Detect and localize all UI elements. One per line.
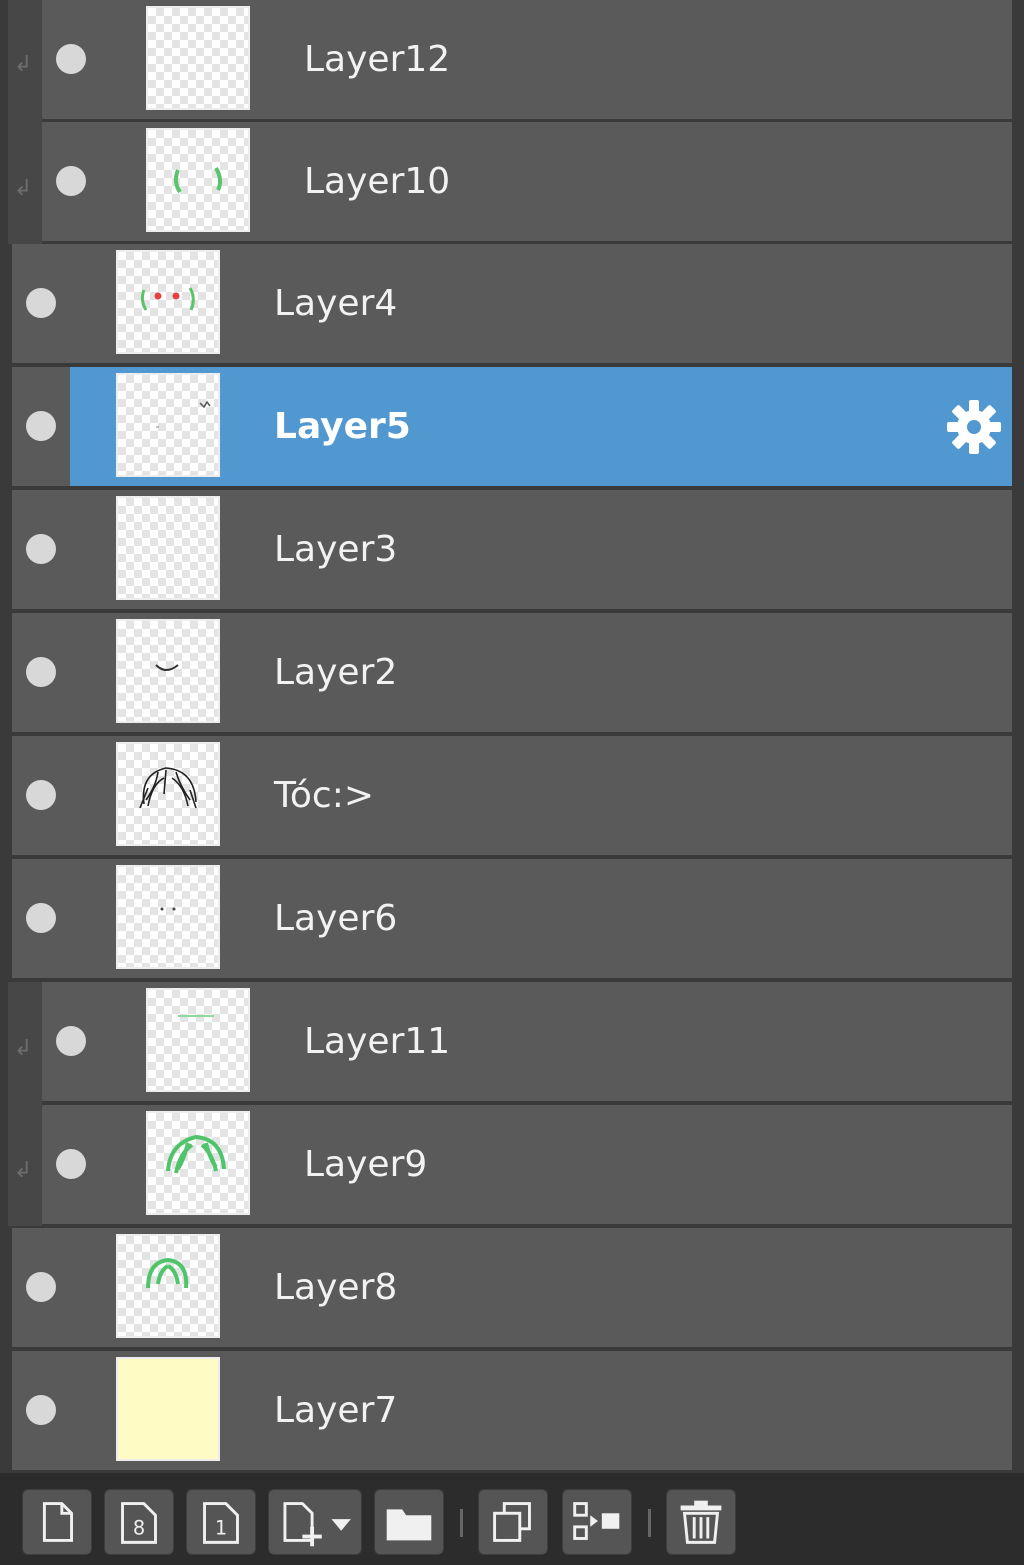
layer-name: Layer9 <box>304 1144 428 1185</box>
gear-icon[interactable] <box>946 399 1002 455</box>
duplicate-icon <box>493 1502 531 1542</box>
visibility-toggle-icon[interactable] <box>26 657 56 687</box>
layer-row-layer12[interactable]: Layer12 <box>42 0 1012 121</box>
svg-text:1: 1 <box>215 1517 227 1540</box>
layer-thumbnail <box>116 619 220 723</box>
layer-thumbnail <box>116 373 220 477</box>
delete-layer-button[interactable] <box>666 1489 736 1555</box>
layer-thumbnail <box>116 742 220 846</box>
layer-row-layer2[interactable]: Layer2 <box>12 613 1012 734</box>
visibility-toggle-icon[interactable] <box>26 411 56 441</box>
new-folder-button[interactable] <box>374 1489 444 1555</box>
new-1bit-layer-button[interactable]: 1 <box>186 1489 256 1555</box>
visibility-toggle-icon[interactable] <box>26 903 56 933</box>
trash-icon <box>680 1500 722 1544</box>
visibility-toggle-icon[interactable] <box>56 1026 86 1056</box>
folder-icon <box>386 1509 432 1541</box>
layer-name: Layer5 <box>274 406 411 447</box>
layer-name: Layer6 <box>274 898 398 939</box>
new-8bit-layer-button[interactable]: 8 <box>104 1489 174 1555</box>
layers-panel: ↲ ↲ ↲ ↲ Layer12 Layer10 Layer4 Layer5 La… <box>0 0 1024 1565</box>
layer-name: Layer3 <box>274 529 398 570</box>
page-icon <box>42 1502 73 1542</box>
layer-thumbnail <box>116 496 220 600</box>
toolbar-separator <box>648 1509 651 1537</box>
visibility-toggle-icon[interactable] <box>26 1395 56 1425</box>
layer-row-layer3[interactable]: Layer3 <box>12 490 1012 611</box>
layer-name: Layer2 <box>274 652 398 693</box>
layer-name: Layer12 <box>304 39 451 80</box>
visibility-toggle-icon[interactable] <box>26 780 56 810</box>
layer-thumbnail <box>146 988 250 1092</box>
visibility-toggle-icon[interactable] <box>56 1149 86 1179</box>
merge-icon <box>573 1502 620 1540</box>
clip-gutter <box>8 982 42 1226</box>
clip-arrow-icon: ↲ <box>13 52 33 77</box>
visibility-toggle-icon[interactable] <box>26 534 56 564</box>
clip-gutter <box>8 0 42 244</box>
layer-name: Layer4 <box>274 283 398 324</box>
layer-row-layer10[interactable]: Layer10 <box>42 122 1012 243</box>
layer-name: Layer10 <box>304 161 451 202</box>
layer-row-toc[interactable]: Tóc:> <box>12 736 1012 857</box>
visibility-toggle-icon[interactable] <box>26 1272 56 1302</box>
page-plus-dropdown-icon <box>283 1502 351 1547</box>
toolbar-separator <box>460 1509 463 1537</box>
layer-thumbnail <box>116 1357 220 1461</box>
svg-text:8: 8 <box>133 1517 145 1540</box>
clip-arrow-icon: ↲ <box>13 1158 33 1183</box>
layer-thumbnail <box>146 1111 250 1215</box>
merge-layer-button[interactable] <box>562 1489 632 1555</box>
layer-toolbar: 8 1 <box>0 1473 1024 1565</box>
layer-row-layer4[interactable]: Layer4 <box>12 244 1012 365</box>
layer-row-layer8[interactable]: Layer8 <box>12 1228 1012 1349</box>
visibility-toggle-icon[interactable] <box>56 44 86 74</box>
layer-thumbnail <box>116 865 220 969</box>
layer-row-layer6[interactable]: Layer6 <box>12 859 1012 980</box>
layer-row-layer11[interactable]: Layer11 <box>42 982 1012 1103</box>
layer-row-layer7[interactable]: Layer7 <box>12 1351 1012 1472</box>
new-layer-button[interactable] <box>22 1489 92 1555</box>
layer-thumbnail <box>116 250 220 354</box>
clip-arrow-icon: ↲ <box>13 1036 33 1061</box>
layer-row-layer5[interactable]: Layer5 <box>12 367 1012 488</box>
layer-thumbnail <box>146 6 250 110</box>
layer-thumbnail <box>116 1234 220 1338</box>
duplicate-layer-button[interactable] <box>478 1489 548 1555</box>
layer-list: ↲ ↲ ↲ ↲ Layer12 Layer10 Layer4 Layer5 La… <box>0 0 1024 1473</box>
page-1-icon: 1 <box>203 1502 239 1544</box>
layer-name: Layer8 <box>274 1267 398 1308</box>
layer-thumbnail <box>146 128 250 232</box>
visibility-toggle-icon[interactable] <box>56 166 86 196</box>
layer-name: Layer11 <box>304 1021 451 1062</box>
visibility-toggle-icon[interactable] <box>26 288 56 318</box>
add-layer-menu-button[interactable] <box>268 1489 362 1555</box>
clip-arrow-icon: ↲ <box>13 176 33 201</box>
layer-row-layer9[interactable]: Layer9 <box>42 1105 1012 1226</box>
page-8-icon: 8 <box>121 1502 157 1544</box>
layer-name: Tóc:> <box>274 775 374 816</box>
layer-name: Layer7 <box>274 1390 398 1431</box>
